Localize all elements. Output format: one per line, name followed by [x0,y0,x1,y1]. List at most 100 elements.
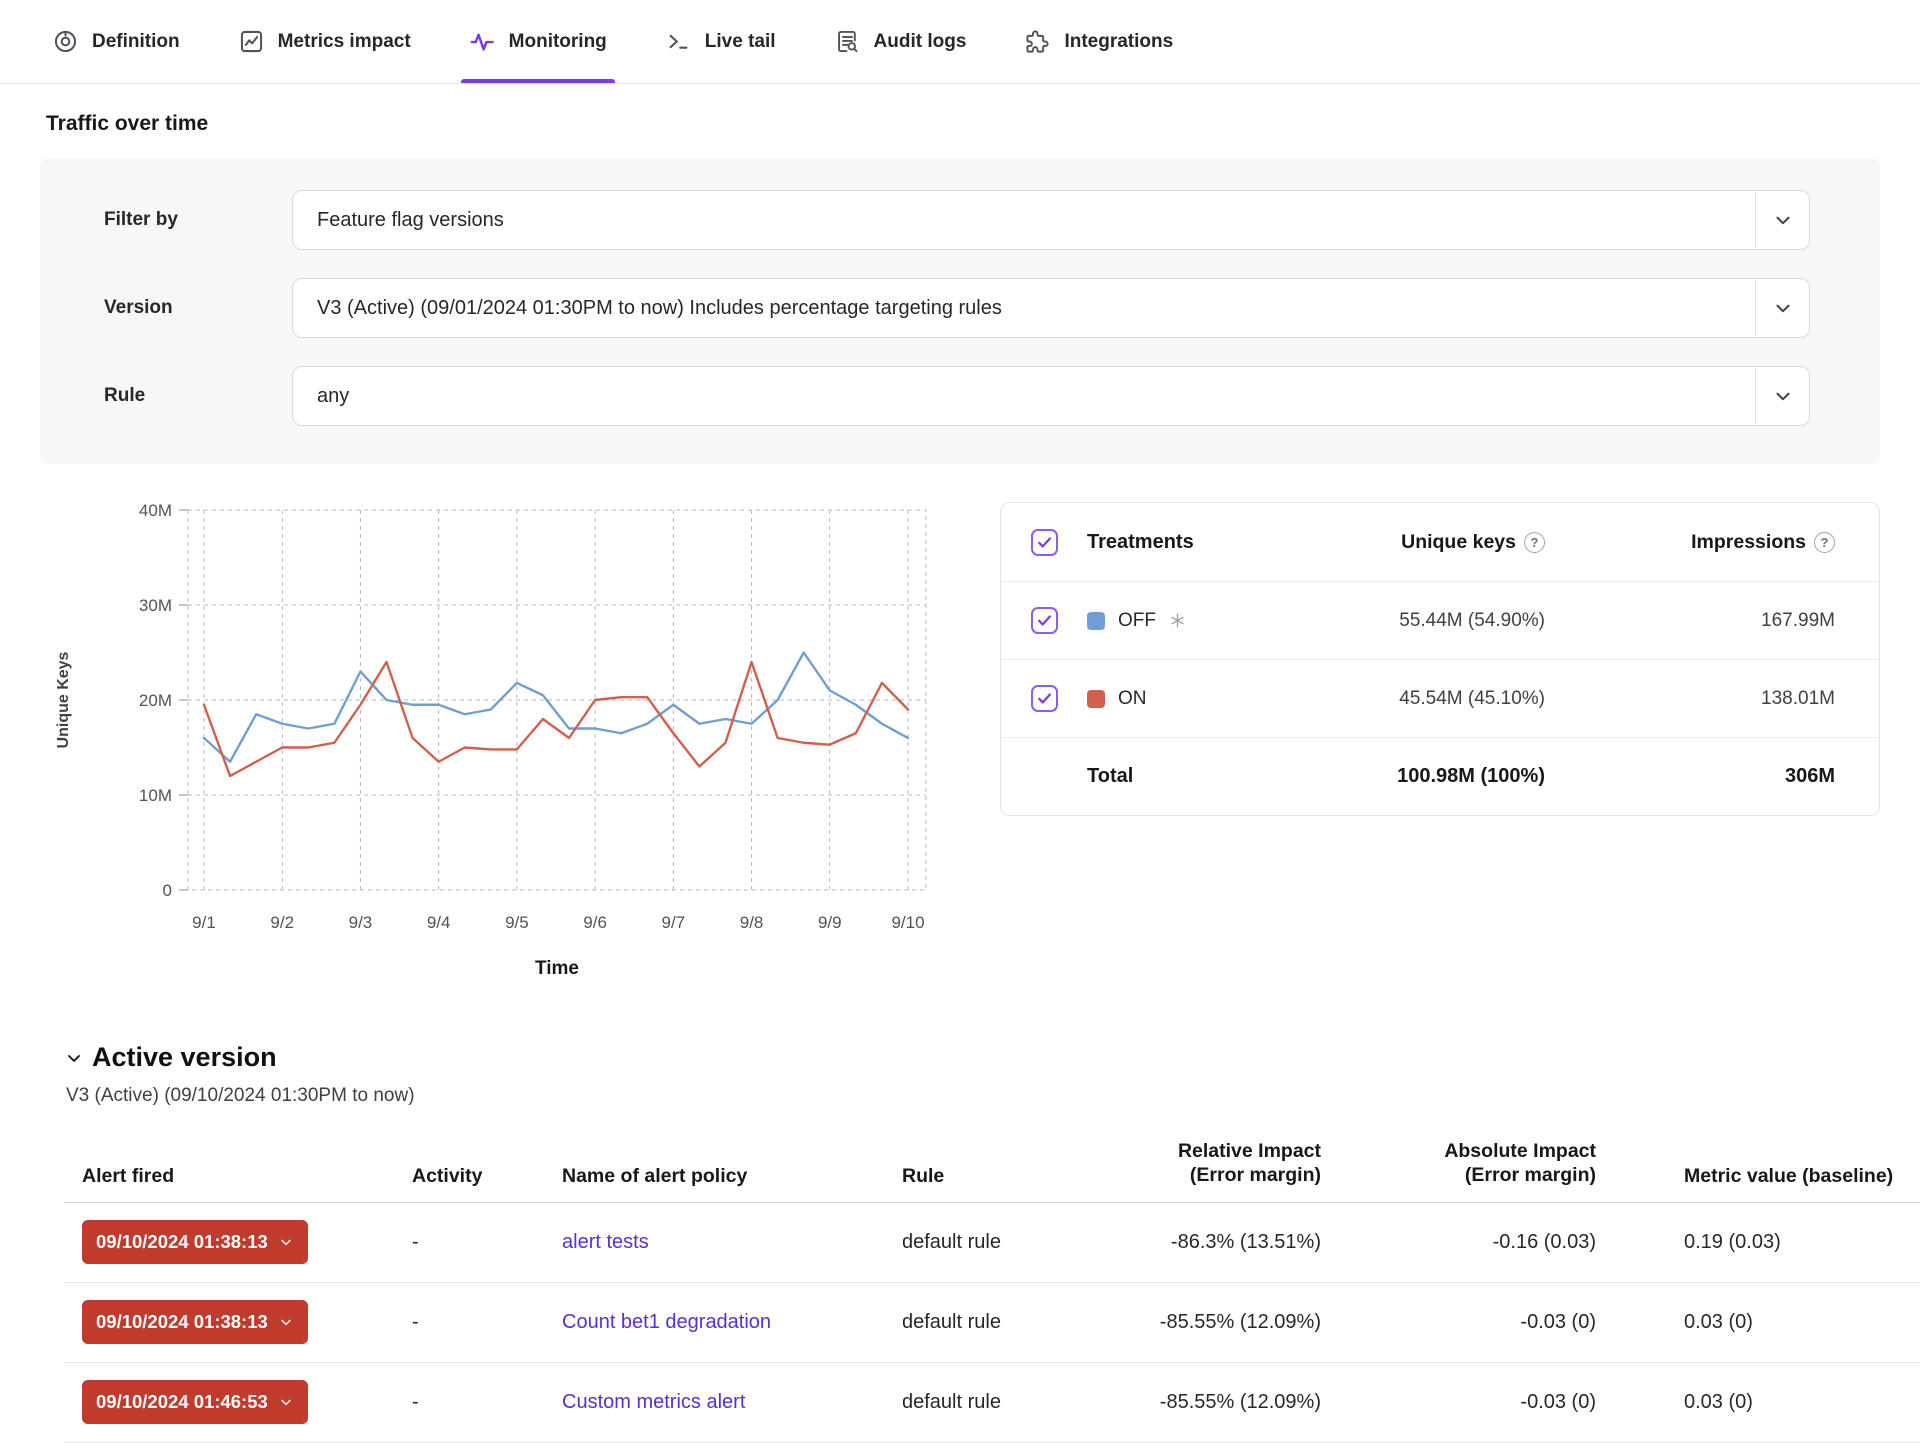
rule-value: any [293,367,1755,425]
total-impressions: 306M [1545,765,1835,788]
treatments-select-all-checkbox[interactable] [1031,529,1058,556]
treatment-name: OFF [1118,610,1156,632]
tab-audit-logs[interactable]: Audit logs [834,0,967,83]
svg-text:9/9: 9/9 [818,913,842,932]
alert-fired-badge[interactable]: 09/10/2024 01:38:13 [82,1220,308,1264]
svg-text:Unique Keys: Unique Keys [55,651,72,748]
alert-rule: default rule [884,1311,1084,1334]
svg-text:9/7: 9/7 [662,913,686,932]
alert-fired-badge[interactable]: 09/10/2024 01:38:13 [82,1300,308,1344]
active-version-toggle[interactable]: Active version [64,1042,1920,1073]
treatment-label: ON [1087,688,1215,710]
svg-text:9/5: 9/5 [505,913,529,932]
impressions-header: Impressions ? [1545,531,1835,554]
absolute-impact-line1: Absolute Impact [1444,1140,1596,1162]
chevron-down-icon [1755,279,1809,337]
active-version-subtitle: V3 (Active) (09/10/2024 01:30PM to now) [66,1085,1920,1107]
svg-text:30M: 30M [139,596,172,615]
svg-text:20M: 20M [139,691,172,710]
treatments-header: Treatments [1087,531,1215,554]
alerts-header-row: Alert fired Activity Name of alert polic… [64,1139,1920,1203]
svg-text:10M: 10M [139,786,172,805]
total-unique-keys: 100.98M (100%) [1215,765,1545,788]
treatment-on-checkbox[interactable] [1031,685,1058,712]
chevron-down-icon [64,1048,84,1068]
alert-policy-link[interactable]: alert tests [562,1231,649,1253]
rule-label: Rule [104,385,292,407]
alerts-table: Alert fired Activity Name of alert polic… [64,1139,1920,1443]
svg-text:9/1: 9/1 [192,913,216,932]
alert-row: 09/10/2024 01:38:13 - alert tests defaul… [64,1203,1920,1283]
chevron-down-icon [1755,367,1809,425]
alert-activity: - [394,1391,544,1414]
tab-label: Audit logs [874,31,967,53]
chevron-down-icon [278,1394,294,1410]
traffic-chart-svg: 9/19/29/39/49/59/69/79/89/99/10010M20M30… [40,494,945,994]
filter-by-label: Filter by [104,209,292,231]
rule-select[interactable]: any [292,366,1810,426]
tab-label: Live tail [705,31,776,53]
svg-text:9/4: 9/4 [427,913,451,932]
alert-fired-badge[interactable]: 09/10/2024 01:46:53 [82,1380,308,1424]
filter-row-rule: Rule any [104,366,1810,426]
tab-metrics-impact[interactable]: Metrics impact [238,0,411,83]
version-label: Version [104,297,292,319]
treatment-label: OFF [1087,610,1215,632]
version-value: V3 (Active) (09/01/2024 01:30PM to now) … [293,279,1755,337]
filter-row-filter-by: Filter by Feature flag versions [104,190,1810,250]
tab-label: Integrations [1064,31,1173,53]
alert-absolute-impact: -0.16 (0.03) [1329,1231,1604,1254]
alert-rule: default rule [884,1231,1084,1254]
treatment-name: ON [1118,688,1147,710]
alert-rule: default rule [884,1391,1084,1414]
document-search-icon [834,28,861,55]
terminal-icon [665,28,692,55]
svg-text:40M: 40M [139,501,172,520]
svg-text:9/10: 9/10 [891,913,924,932]
tab-monitoring[interactable]: Monitoring [469,0,607,83]
svg-text:9/3: 9/3 [349,913,373,932]
chevron-down-icon [278,1234,294,1250]
col-activity: Activity [394,1165,544,1188]
alert-metric-value: 0.03 (0) [1604,1391,1920,1414]
svg-text:0: 0 [163,881,172,900]
help-icon[interactable]: ? [1814,532,1835,553]
filter-panel: Filter by Feature flag versions Version … [40,158,1880,464]
tab-definition[interactable]: Definition [52,0,180,83]
unique-keys-value: 45.54M (45.10%) [1215,688,1545,710]
col-absolute-impact: Absolute Impact (Error margin) [1329,1139,1604,1188]
unique-keys-header-label: Unique keys [1401,531,1516,554]
alert-fired-time: 09/10/2024 01:38:13 [96,1311,268,1333]
default-treatment-icon [1169,612,1186,629]
metrics-chart-icon [238,28,265,55]
treatment-row-off: OFF 55.44M (54.90%) 167.99M [1001,581,1879,659]
impressions-header-label: Impressions [1691,531,1806,554]
definition-icon [52,28,79,55]
version-select[interactable]: V3 (Active) (09/01/2024 01:30PM to now) … [292,278,1810,338]
off-color-swatch [1087,612,1105,630]
alert-metric-value: 0.03 (0) [1604,1311,1920,1334]
treatments-total-row: Total 100.98M (100%) 306M [1001,737,1879,815]
help-icon[interactable]: ? [1524,532,1545,553]
col-rule: Rule [884,1165,1084,1188]
relative-impact-line1: Relative Impact [1178,1140,1321,1162]
alert-policy-link[interactable]: Custom metrics alert [562,1391,745,1413]
col-metric-value: Metric value (baseline) [1604,1165,1920,1188]
alert-policy-link[interactable]: Count bet1 degradation [562,1311,771,1333]
chevron-down-icon [278,1314,294,1330]
tab-label: Definition [92,31,180,53]
puzzle-icon [1024,28,1051,55]
active-version-title: Active version [92,1042,277,1073]
absolute-impact-line2: (Error margin) [1465,1164,1596,1186]
filter-by-select[interactable]: Feature flag versions [292,190,1810,250]
treatments-card: Treatments Unique keys ? Impressions ? O… [1000,502,1880,816]
alert-activity: - [394,1231,544,1254]
pulse-icon [469,28,496,55]
treatment-off-checkbox[interactable] [1031,607,1058,634]
tab-integrations[interactable]: Integrations [1024,0,1173,83]
col-policy-name: Name of alert policy [544,1165,884,1188]
col-relative-impact: Relative Impact (Error margin) [1084,1139,1329,1188]
svg-text:9/2: 9/2 [270,913,294,932]
tab-live-tail[interactable]: Live tail [665,0,776,83]
alert-fired-time: 09/10/2024 01:38:13 [96,1231,268,1253]
